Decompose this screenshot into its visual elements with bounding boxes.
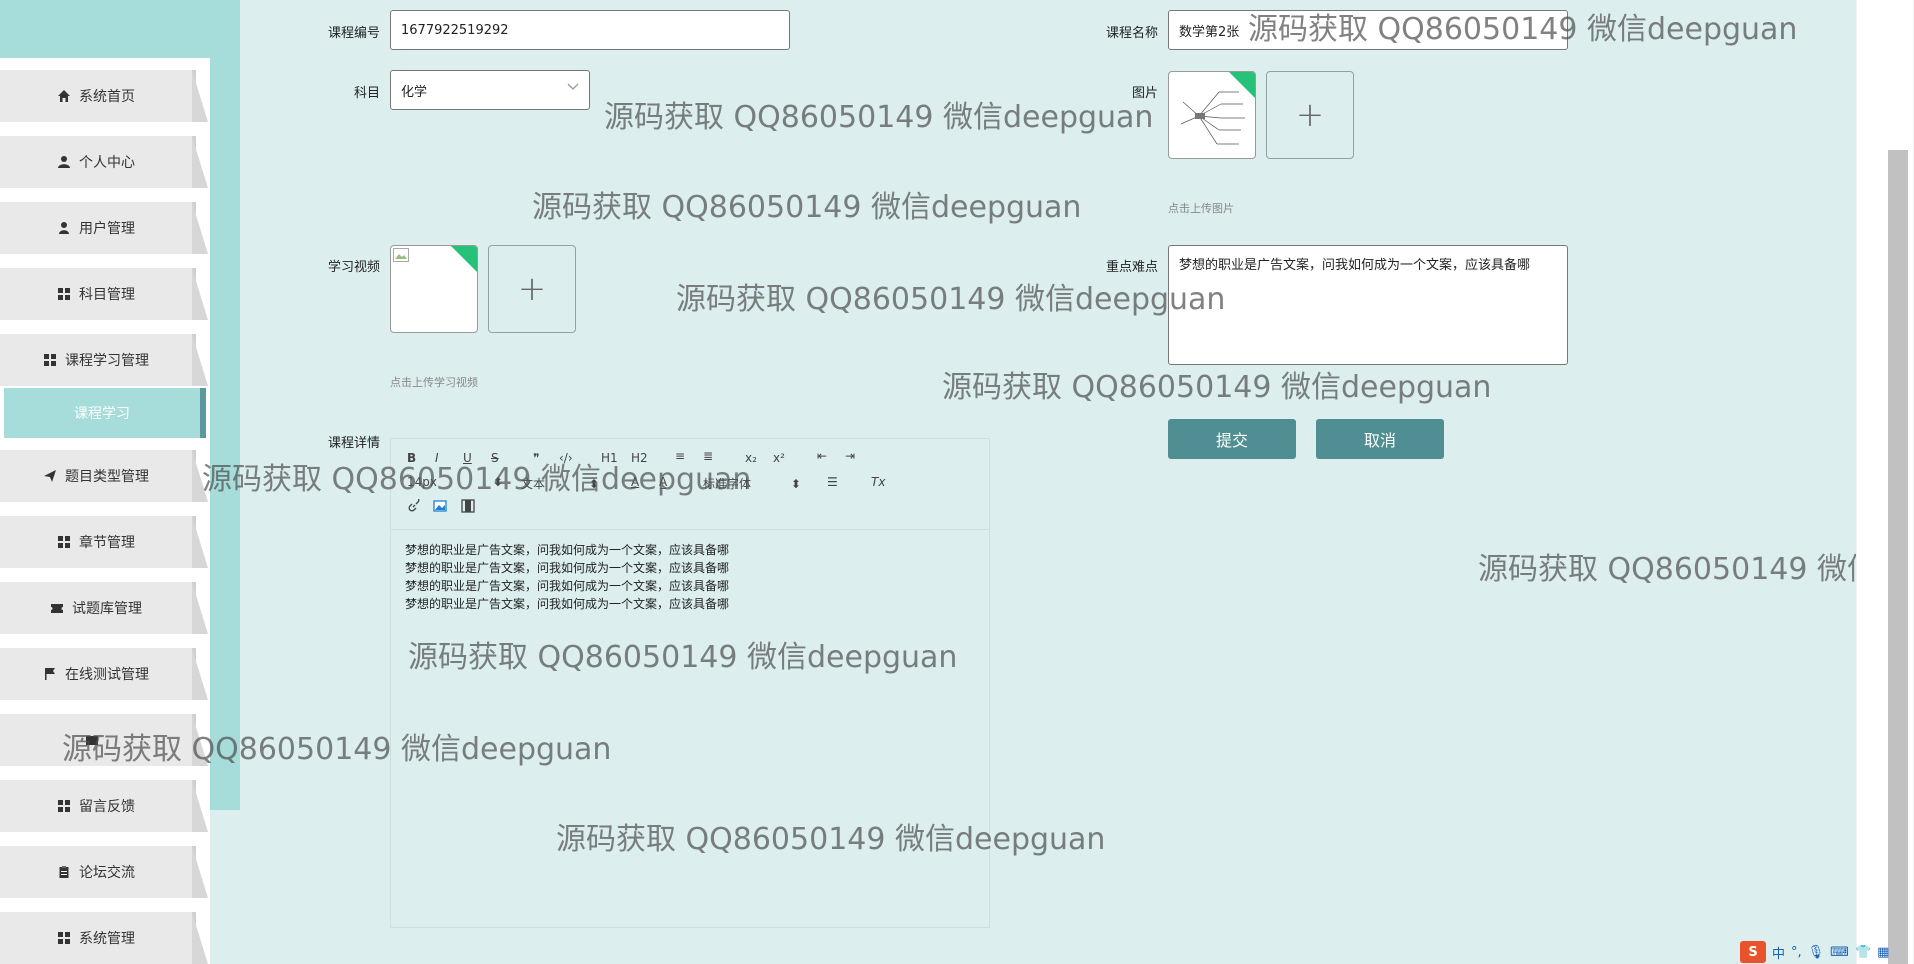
detail-label: 课程详情 [327, 436, 380, 451]
sidebar-item-label: 章节管理 [79, 535, 135, 551]
link-icon[interactable] [407, 496, 421, 516]
outdent-button[interactable]: ⇤ [817, 449, 827, 463]
sidebar-item-label: 课程学习管理 [65, 353, 149, 369]
watermark-text: 源码获取 QQ86050149 微信deepguan [408, 640, 958, 675]
user-icon [57, 221, 71, 235]
watermark-text: 源码获取 QQ86050149 微信deepguan [532, 190, 1082, 225]
key-points-label: 重点难点 [1105, 260, 1158, 275]
sidebar-item-feedback[interactable]: 留言反馈 [0, 780, 208, 832]
image-upload-button[interactable]: + [1266, 71, 1354, 159]
sidebar-item-online-test[interactable]: 在线测试管理 [0, 648, 208, 700]
chevron-updown-icon: ⬍ [790, 477, 801, 491]
watermark-text: 源码获取 QQ86050149 微信deepguan [604, 100, 1154, 135]
image-insert-icon[interactable] [433, 499, 447, 516]
cancel-button[interactable]: 取消 [1316, 419, 1444, 459]
watermark-text: 源码获取 QQ86050149 微信dee [1478, 552, 1914, 587]
scrollbar[interactable] [1856, 0, 1914, 964]
grid-icon [57, 287, 71, 301]
align-icon[interactable]: ☰ [827, 475, 838, 489]
video-selected-badge [451, 246, 477, 272]
sidebar-item-label: 用户管理 [79, 221, 135, 237]
sogou-logo-icon: S [1740, 941, 1766, 963]
subject-select[interactable]: 化学 [390, 70, 590, 110]
flag-icon [43, 667, 57, 681]
keyboard-icon[interactable]: ⌨ [1830, 945, 1849, 960]
editor-paragraph: 梦想的职业是广告文案，问我如何成为一个文案，应该具备哪 [405, 579, 730, 593]
grid-icon [57, 931, 71, 945]
sidebar-item-system[interactable]: 系统管理 [0, 912, 208, 964]
sidebar-item-label: 试题库管理 [72, 601, 142, 617]
clipboard-icon [57, 865, 71, 879]
ime-toolbar[interactable]: S 中 °, 🎙 ⌨ 👕 ▦ [1740, 940, 1889, 964]
image-upload-hint: 点击上传图片 [1168, 202, 1234, 215]
sidebar-item-label: 题目类型管理 [65, 469, 149, 485]
grid-icon [57, 535, 71, 549]
watermark-text: 源码获取 QQ86050149 微信deepguan [942, 370, 1492, 405]
image-thumbnail[interactable] [1168, 71, 1256, 159]
sidebar-item-label: 个人中心 [79, 155, 135, 171]
chevron-down-icon [567, 81, 579, 94]
video-upload-hint: 点击上传学习视频 [390, 376, 478, 389]
video-insert-icon[interactable] [461, 499, 475, 516]
sidebar-item-question-bank[interactable]: 试题库管理 [0, 582, 208, 634]
user-icon [57, 155, 71, 169]
shirt-icon[interactable]: 👕 [1855, 945, 1871, 960]
course-no-label: 课程编号 [327, 26, 380, 41]
sidebar-subitem-course-study[interactable]: 课程学习 [4, 388, 206, 438]
submit-button[interactable]: 提交 [1168, 419, 1296, 459]
sidebar-item-course-study-mgmt[interactable]: 课程学习管理 [0, 334, 208, 386]
watermark-text: 源码获取 QQ86050149 微信deepguan [556, 822, 1106, 857]
sidebar-item-label: 论坛交流 [79, 865, 135, 881]
watermark-text: 源码获取 QQ86050149 微信deepguan [676, 282, 1226, 317]
sidebar-item-label: 在线测试管理 [65, 667, 149, 683]
sidebar-item-chapters[interactable]: 章节管理 [0, 516, 208, 568]
watermark-text: 源码获取 QQ86050149 微信deepguan [1248, 12, 1798, 47]
broken-image-icon [393, 248, 409, 262]
sidebar-item-label: 系统管理 [79, 931, 135, 947]
ime-language-indicator[interactable]: 中 [1772, 943, 1785, 962]
sidebar-item-label: 科目管理 [79, 287, 135, 303]
sidebar-item-home[interactable]: 系统首页 [0, 70, 208, 122]
video-label: 学习视频 [327, 260, 380, 275]
video-thumbnail[interactable] [390, 245, 478, 333]
superscript-button[interactable]: x² [773, 451, 785, 465]
editor-content[interactable]: 梦想的职业是广告文案，问我如何成为一个文案，应该具备哪 梦想的职业是广告文案，问… [405, 541, 729, 613]
sidebar-item-forum[interactable]: 论坛交流 [0, 846, 208, 898]
grid-icon [43, 353, 57, 367]
punctuation-icon[interactable]: °, [1791, 945, 1802, 960]
watermark-text: 源码获取 QQ86050149 微信deepguan [202, 462, 752, 497]
home-icon [57, 89, 71, 103]
course-no-input[interactable]: 1677922519292 [390, 10, 790, 50]
clear-format-icon[interactable]: Tx [871, 475, 885, 489]
editor-paragraph: 梦想的职业是广告文案，问我如何成为一个文案，应该具备哪 [405, 561, 730, 575]
sidebar-header [0, 0, 210, 58]
sidebar-item-label: 系统首页 [79, 89, 135, 105]
grid-icon [57, 799, 71, 813]
image-selected-badge [1229, 72, 1255, 98]
indent-button[interactable]: ⇥ [845, 449, 855, 463]
microphone-icon[interactable]: 🎙 [1808, 945, 1825, 960]
course-name-label: 课程名称 [1105, 26, 1158, 41]
key-points-textarea[interactable]: 梦想的职业是广告文案，问我如何成为一个文案，应该具备哪 [1168, 245, 1568, 365]
subject-label: 科目 [353, 86, 380, 101]
watermark-text: 源码获取 QQ86050149 微信deepguan [62, 732, 612, 767]
subject-selected-value: 化学 [401, 84, 428, 100]
editor-paragraph: 梦想的职业是广告文案，问我如何成为一个文案，应该具备哪 [405, 543, 730, 557]
send-icon [43, 469, 57, 483]
sidebar-item-subjects[interactable]: 科目管理 [0, 268, 208, 320]
ticket-icon [50, 601, 64, 615]
sidebar-item-label: 留言反馈 [79, 799, 135, 815]
sidebar-item-question-types[interactable]: 题目类型管理 [0, 450, 208, 502]
grid-icon[interactable]: ▦ [1877, 945, 1889, 960]
sidebar-item-users[interactable]: 用户管理 [0, 202, 208, 254]
scrollbar-thumb[interactable] [1888, 150, 1908, 964]
video-upload-button[interactable]: + [488, 245, 576, 333]
sidebar-item-profile[interactable]: 个人中心 [0, 136, 208, 188]
editor-paragraph: 梦想的职业是广告文案，问我如何成为一个文案，应该具备哪 [405, 597, 730, 611]
